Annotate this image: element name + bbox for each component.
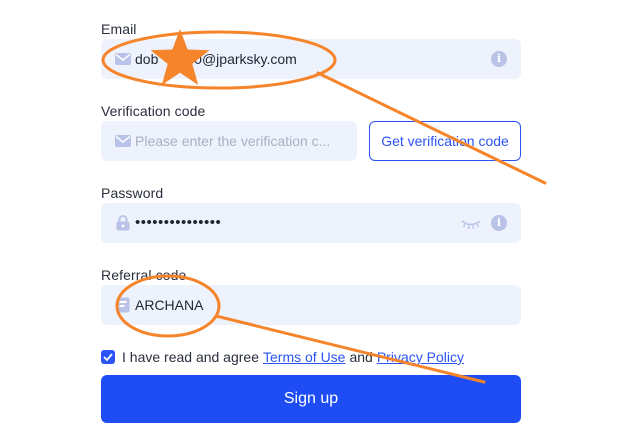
info-icon[interactable]: i (491, 51, 507, 67)
mail-icon (115, 51, 131, 67)
verification-field[interactable] (101, 121, 357, 161)
email-label: Email (101, 21, 137, 37)
password-value: ••••••••••••••• (135, 214, 222, 231)
agreement-conjunction: and (349, 349, 373, 365)
signup-form: Email dob 00@jparksky.com i Verification… (0, 0, 635, 435)
sign-up-button[interactable]: Sign up (101, 375, 521, 423)
email-field[interactable]: dob 00@jparksky.com i (101, 39, 521, 79)
verification-label: Verification code (101, 103, 206, 119)
email-value: dob 00@jparksky.com (135, 51, 297, 67)
agree-checkbox[interactable] (101, 350, 115, 364)
verification-code-input[interactable] (135, 121, 345, 161)
referral-label: Referral code (101, 267, 187, 283)
get-verification-code-button[interactable]: Get verification code (369, 121, 521, 161)
password-label: Password (101, 185, 164, 201)
lock-icon (115, 215, 131, 231)
mail-icon (115, 133, 131, 149)
referral-field[interactable]: ARCHANA (101, 285, 521, 325)
referral-value: ARCHANA (135, 297, 204, 313)
info-icon[interactable]: i (491, 215, 507, 231)
agreement-row: I have read and agree Terms of Use and P… (101, 347, 464, 367)
check-icon (103, 353, 113, 361)
agreement-text: I have read and agree (122, 349, 259, 365)
privacy-policy-link[interactable]: Privacy Policy (377, 349, 464, 365)
ticket-icon (115, 297, 131, 313)
password-field[interactable]: ••••••••••••••• i (101, 203, 521, 243)
terms-of-use-link[interactable]: Terms of Use (263, 349, 345, 365)
eye-closed-icon[interactable] (461, 217, 481, 230)
